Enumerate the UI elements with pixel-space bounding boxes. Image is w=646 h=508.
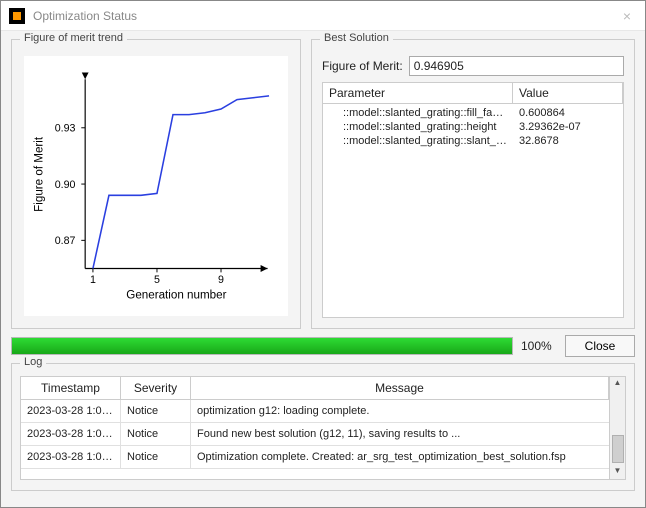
figure-of-merit-trend-group: Figure of merit trend: [11, 39, 301, 329]
xtick-1: 5: [154, 274, 160, 286]
table-row[interactable]: ::model::slanted_grating::fill_factor0.6…: [323, 106, 623, 120]
log-timestamp: 2023-03-28 1:04…: [21, 423, 121, 445]
log-group: Log Timestamp Severity Message 2023-03-2…: [11, 363, 635, 491]
list-item[interactable]: 2023-03-28 1:04…NoticeFound new best sol…: [21, 423, 609, 446]
progress-row: 100% Close: [11, 335, 635, 357]
param-name: ::model::slanted_grating::height: [323, 120, 513, 134]
ytick-0: 0.87: [55, 235, 76, 247]
param-name: ::model::slanted_grating::slant_angle: [323, 134, 513, 148]
scroll-up-icon[interactable]: ▲: [611, 377, 625, 391]
col-value[interactable]: Value: [513, 83, 623, 103]
close-button[interactable]: Close: [565, 335, 635, 357]
optimization-status-window: Optimization Status × Figure of merit tr…: [0, 0, 646, 508]
log-severity: Notice: [121, 446, 191, 468]
trend-plot: 0.87 0.90 0.93 1 5: [24, 56, 288, 316]
log-table-body: 2023-03-28 1:04…Noticeoptimization g12: …: [21, 400, 609, 479]
col-timestamp[interactable]: Timestamp: [21, 377, 121, 400]
list-item[interactable]: 2023-03-28 1:04…NoticeOptimization compl…: [21, 446, 609, 469]
parameter-table: Parameter Value ::model::slanted_grating…: [322, 82, 624, 318]
param-name: ::model::slanted_grating::fill_factor: [323, 106, 513, 120]
fom-value-box: 0.946905: [409, 56, 624, 76]
table-row[interactable]: ::model::slanted_grating::slant_angle32.…: [323, 134, 623, 148]
parameter-table-head: Parameter Value: [323, 83, 623, 104]
group-title-log: Log: [20, 356, 46, 368]
titlebar: Optimization Status ×: [1, 1, 645, 31]
scroll-thumb[interactable]: [612, 435, 624, 463]
fom-label: Figure of Merit:: [322, 59, 403, 73]
window-title: Optimization Status: [33, 9, 137, 23]
group-title-trend: Figure of merit trend: [20, 32, 127, 44]
list-item[interactable]: 2023-03-28 1:04…Noticeoptimization g12: …: [21, 400, 609, 423]
log-main: Timestamp Severity Message 2023-03-28 1:…: [21, 377, 609, 479]
param-value: 32.8678: [513, 134, 623, 148]
log-timestamp: 2023-03-28 1:04…: [21, 446, 121, 468]
ytick-1: 0.90: [55, 179, 76, 191]
progress-percent: 100%: [521, 339, 557, 353]
progress-fill: [12, 338, 512, 354]
col-parameter[interactable]: Parameter: [323, 83, 513, 103]
xlabel: Generation number: [126, 289, 226, 302]
parameter-table-body: ::model::slanted_grating::fill_factor0.6…: [323, 104, 623, 150]
xtick-2: 9: [218, 274, 224, 286]
scroll-down-icon[interactable]: ▼: [611, 465, 625, 479]
ylabel: Figure of Merit: [32, 136, 45, 212]
progress-bar: [11, 337, 513, 355]
data-line: [93, 96, 269, 269]
param-value: 0.600864: [513, 106, 623, 120]
col-message[interactable]: Message: [191, 377, 609, 400]
ytick-2: 0.93: [55, 123, 76, 135]
best-solution-group: Best Solution Figure of Merit: 0.946905 …: [311, 39, 635, 329]
log-severity: Notice: [121, 423, 191, 445]
xtick-0: 1: [90, 274, 96, 286]
close-icon[interactable]: ×: [617, 8, 637, 24]
log-table: Timestamp Severity Message 2023-03-28 1:…: [20, 376, 626, 480]
log-scrollbar[interactable]: ▲ ▼: [609, 377, 625, 479]
log-timestamp: 2023-03-28 1:04…: [21, 400, 121, 422]
group-title-best: Best Solution: [320, 32, 393, 44]
param-value: 3.29362e-07: [513, 120, 623, 134]
table-row[interactable]: ::model::slanted_grating::height3.29362e…: [323, 120, 623, 134]
fom-row: Figure of Merit: 0.946905: [322, 56, 624, 76]
content-area: Figure of merit trend: [1, 31, 645, 507]
trend-chart-svg: 0.87 0.90 0.93 1 5: [25, 57, 287, 315]
col-severity[interactable]: Severity: [121, 377, 191, 400]
log-severity: Notice: [121, 400, 191, 422]
log-message: Found new best solution (g12, 11), savin…: [191, 423, 609, 445]
log-table-head: Timestamp Severity Message: [21, 377, 609, 400]
log-message: optimization g12: loading complete.: [191, 400, 609, 422]
app-icon: [9, 8, 25, 24]
top-row: Figure of merit trend: [11, 39, 635, 329]
log-message: Optimization complete. Created: ar_srg_t…: [191, 446, 609, 468]
